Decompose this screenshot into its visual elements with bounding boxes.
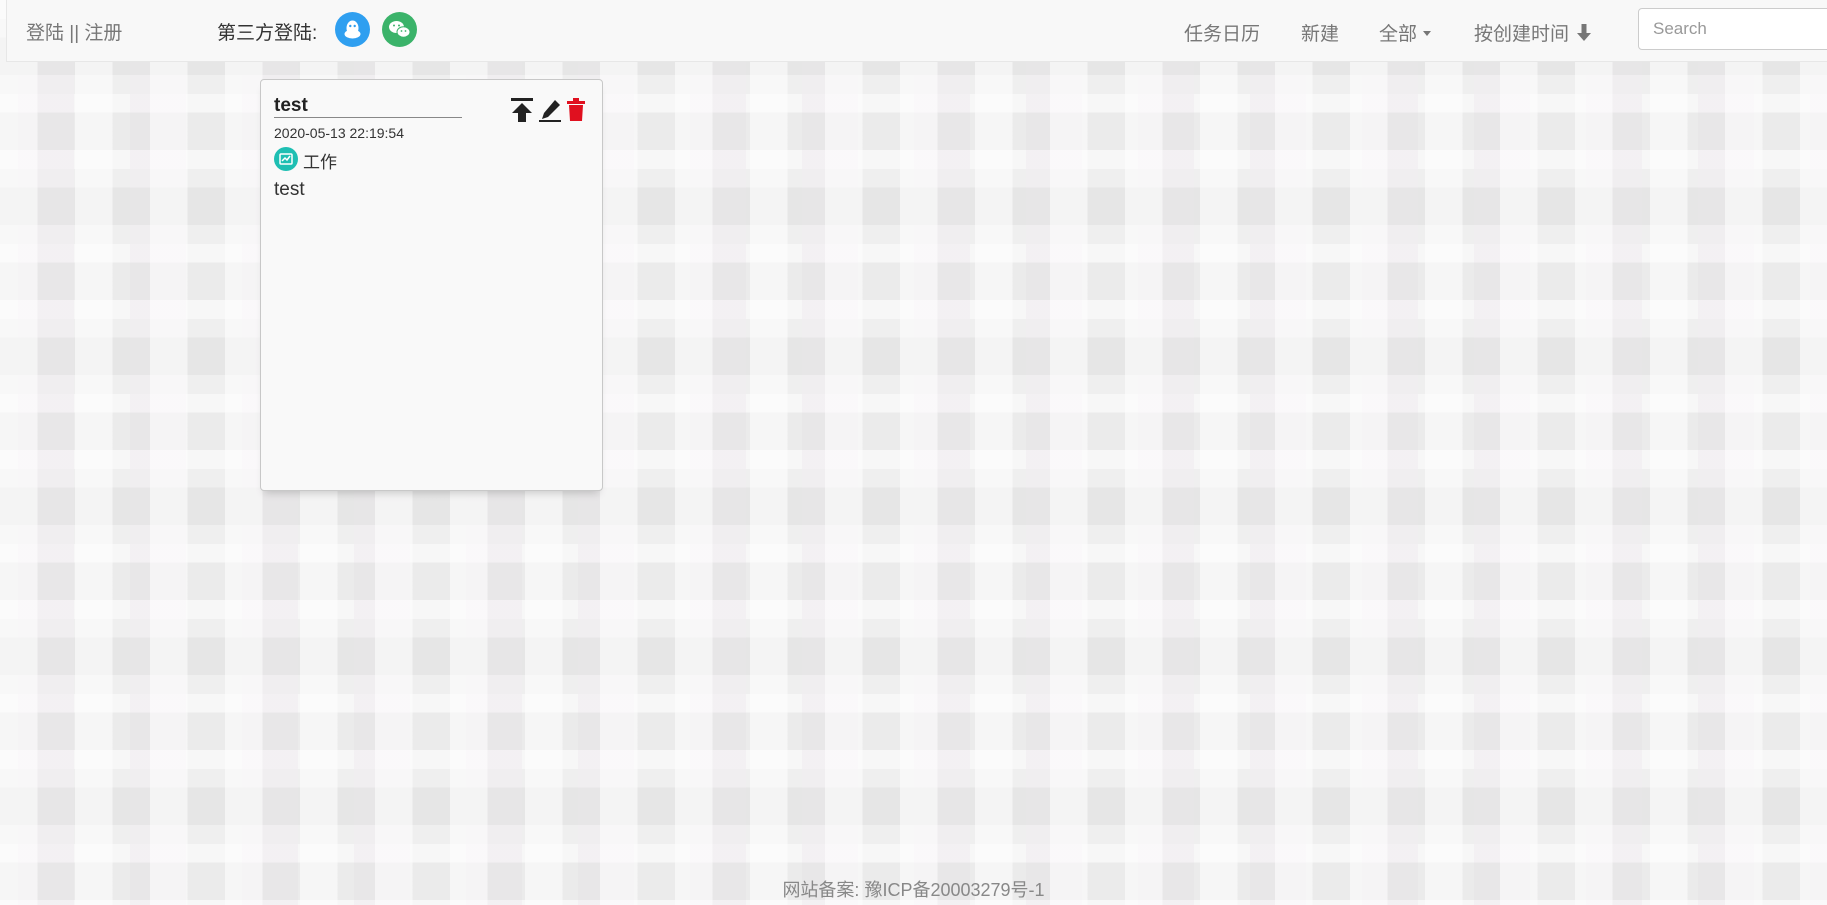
nav-all-dropdown[interactable]: 全部 [1379,19,1432,46]
footer-icp: 网站备案: 豫ICP备20003279号-1 [782,880,1045,900]
note-category-label: 工作 [303,153,337,172]
wechat-icon [389,21,411,38]
edit-button[interactable] [538,97,562,128]
delete-button[interactable] [566,97,586,128]
nav-new[interactable]: 新建 [1301,19,1339,46]
delete-icon [567,98,585,121]
login-register-link[interactable]: 登陆 || 注册 [26,18,122,45]
wechat-login-button[interactable] [382,12,417,47]
qq-login-button[interactable] [335,12,370,47]
note-category: 工作 [274,147,337,172]
chart-icon [274,147,298,171]
caret-down-icon [1423,31,1432,37]
qq-icon [344,20,361,39]
search-input[interactable] [1638,8,1827,50]
pin-top-icon [511,98,533,122]
nav-all-label: 全部 [1379,24,1418,45]
arrow-down-icon [1577,23,1592,41]
nav-sort-label: 按创建时间 [1474,24,1570,45]
nav-sort-by-created[interactable]: 按创建时间 [1474,19,1592,46]
note-body: test [274,179,305,200]
navbar: 登陆 || 注册 第三方登陆: 任务日历 新建 全部 按创建时间 [6,0,1827,62]
edit-icon [539,100,561,122]
nav-task-calendar[interactable]: 任务日历 [1184,19,1260,46]
note-card: test 2020-05-13 22:19:54 工作 test [260,79,603,491]
third-party-login-label: 第三方登陆: [217,23,318,44]
pin-top-button[interactable] [510,97,534,128]
note-actions [510,97,586,128]
note-timestamp: 2020-05-13 22:19:54 [274,125,404,141]
note-title: test [274,96,462,118]
